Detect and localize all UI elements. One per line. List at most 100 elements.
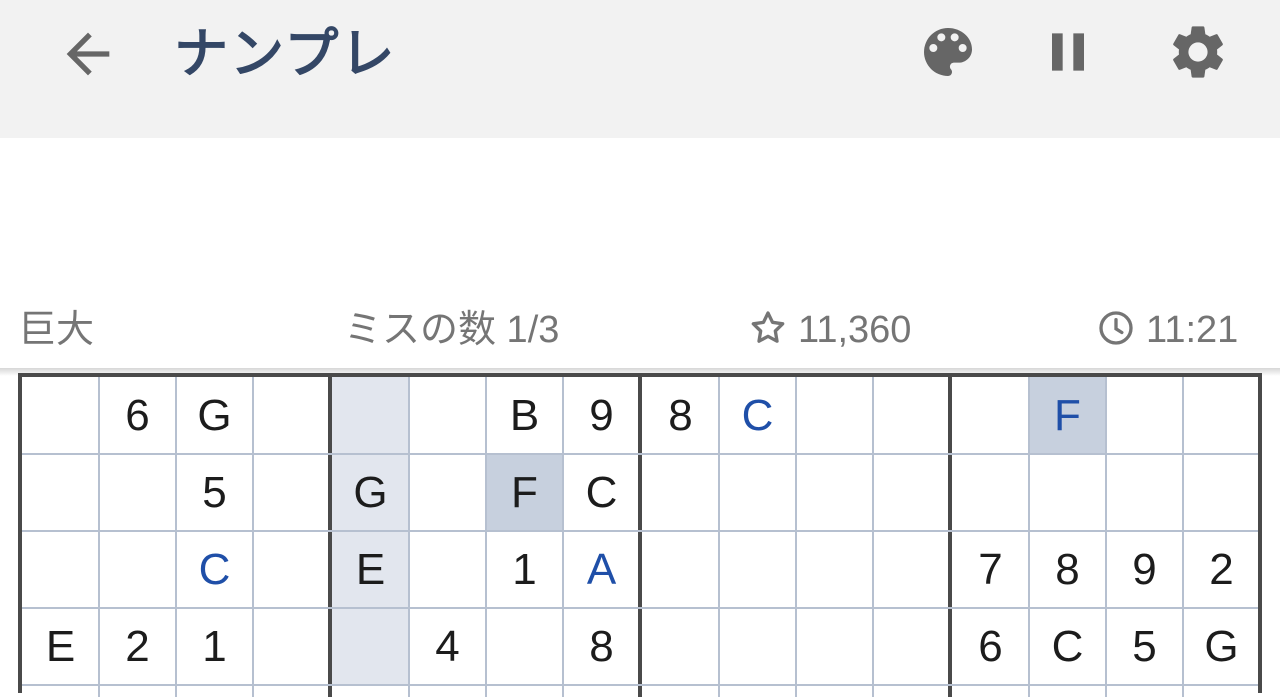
board-cell[interactable]: 6 <box>99 377 176 454</box>
mistake-counter: ミスの数 1/3 <box>344 309 560 351</box>
board-cell[interactable] <box>99 454 176 531</box>
clock-icon <box>1099 311 1133 345</box>
grid-line <box>22 453 1258 455</box>
board-cell[interactable] <box>796 608 873 685</box>
box-divider <box>948 377 952 697</box>
grid-line <box>1028 377 1030 697</box>
board-cell[interactable] <box>719 531 796 608</box>
timer-value: 11:21 <box>1146 309 1239 351</box>
grid-line <box>1105 377 1107 697</box>
board-cell[interactable] <box>873 531 950 608</box>
board-cell[interactable]: E <box>332 531 409 608</box>
board-cell[interactable] <box>1183 454 1260 531</box>
board-cell[interactable]: 5 <box>176 454 253 531</box>
board-cell[interactable] <box>332 608 409 685</box>
board-cell[interactable]: C <box>719 377 796 454</box>
board-cell[interactable]: C <box>563 454 640 531</box>
grid-line <box>22 530 1258 532</box>
difficulty-label: 巨大 <box>18 309 95 351</box>
board-cell[interactable] <box>22 531 99 608</box>
timer-display: 11:21 <box>1096 300 1238 360</box>
gear-icon <box>1173 26 1223 78</box>
grid-line <box>872 377 874 697</box>
board-cell[interactable]: C <box>176 531 253 608</box>
score-value: 11,360 <box>798 309 912 351</box>
theme-button[interactable] <box>916 20 980 84</box>
board-cell[interactable]: 4 <box>409 608 486 685</box>
board-cell[interactable]: 8 <box>563 608 640 685</box>
grid-line <box>562 377 564 697</box>
board-cell[interactable] <box>873 608 950 685</box>
back-button[interactable] <box>56 22 120 86</box>
board-cell[interactable]: 8 <box>1029 531 1106 608</box>
board-cell[interactable] <box>253 377 330 454</box>
grid-line <box>718 377 720 697</box>
board-cell[interactable]: 8 <box>642 377 719 454</box>
board-cell[interactable]: B <box>486 377 563 454</box>
board-cell[interactable] <box>873 454 950 531</box>
grid-line <box>485 377 487 697</box>
board-cell[interactable] <box>22 454 99 531</box>
arrow-back-icon <box>66 32 110 76</box>
board-cell[interactable]: 2 <box>99 608 176 685</box>
board-cell[interactable] <box>253 531 330 608</box>
grid-line <box>98 377 100 697</box>
board-cell[interactable] <box>332 377 409 454</box>
board-cell[interactable]: G <box>332 454 409 531</box>
board-cell[interactable] <box>1106 454 1183 531</box>
grid-line <box>175 377 177 697</box>
board-cell[interactable] <box>796 454 873 531</box>
grid-line <box>22 607 1258 609</box>
board-cell[interactable] <box>719 608 796 685</box>
board-cell[interactable] <box>253 608 330 685</box>
board-cell[interactable] <box>409 377 486 454</box>
grid-line <box>22 684 1258 686</box>
board-cell[interactable] <box>1183 377 1260 454</box>
box-divider <box>638 377 642 697</box>
score-display: 11,360 <box>748 300 911 360</box>
board-cell[interactable]: 7 <box>952 531 1029 608</box>
board-cell[interactable]: 6 <box>952 608 1029 685</box>
board-cell[interactable] <box>952 454 1029 531</box>
board-cell[interactable]: 1 <box>176 608 253 685</box>
board-cell[interactable] <box>719 454 796 531</box>
board-cell[interactable] <box>952 377 1029 454</box>
board-cell[interactable] <box>409 531 486 608</box>
grid-line <box>1182 377 1184 697</box>
board-cell[interactable]: 5 <box>1106 608 1183 685</box>
pause-icon <box>1052 33 1084 71</box>
board-cell[interactable]: F <box>1029 377 1106 454</box>
board-cell[interactable] <box>796 377 873 454</box>
board-cell[interactable]: 9 <box>563 377 640 454</box>
board-cell[interactable]: F <box>486 454 563 531</box>
board-cell[interactable]: E <box>22 608 99 685</box>
board-cell[interactable]: G <box>176 377 253 454</box>
board-cell[interactable] <box>642 531 719 608</box>
board-cell[interactable] <box>22 377 99 454</box>
app-bar: ナンプレ <box>0 0 1280 138</box>
board-cell[interactable]: C <box>1029 608 1106 685</box>
board-cell[interactable] <box>642 608 719 685</box>
board-cell[interactable]: A <box>563 531 640 608</box>
board-cell[interactable] <box>796 531 873 608</box>
settings-button[interactable] <box>1166 20 1230 84</box>
board-cell[interactable] <box>409 454 486 531</box>
board-cell[interactable]: 2 <box>1183 531 1260 608</box>
board-cell[interactable]: 9 <box>1106 531 1183 608</box>
board-cell[interactable]: G <box>1183 608 1260 685</box>
pause-button[interactable] <box>1036 20 1100 84</box>
board-cell[interactable] <box>642 454 719 531</box>
board-cell[interactable] <box>486 608 563 685</box>
palette-icon <box>924 28 972 76</box>
board-cell[interactable] <box>253 454 330 531</box>
grid-line <box>795 377 797 697</box>
board-cell[interactable] <box>1029 454 1106 531</box>
board-cell[interactable] <box>99 531 176 608</box>
board-cell[interactable]: 1 <box>486 531 563 608</box>
star-icon <box>751 311 785 343</box>
board-cell[interactable] <box>873 377 950 454</box>
board-cell[interactable] <box>1106 377 1183 454</box>
sudoku-board[interactable]: 6GB98CF5GFCCE1A7892E21486C5G <box>18 373 1262 697</box>
grid-line <box>408 377 410 697</box>
grid-line <box>252 377 254 697</box>
